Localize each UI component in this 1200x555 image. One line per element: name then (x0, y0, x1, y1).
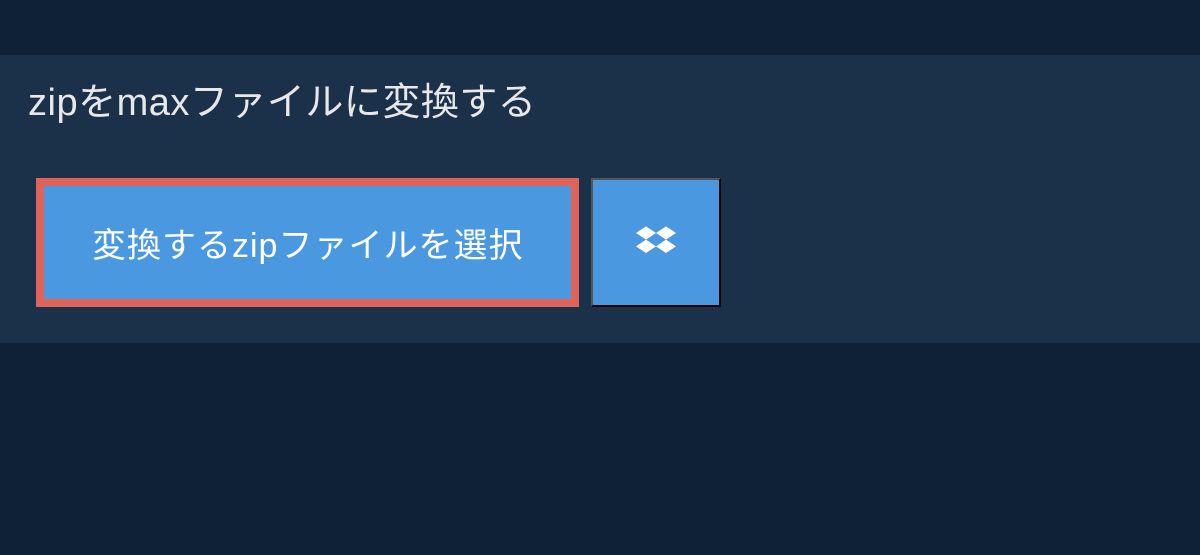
page-title: zipをmaxファイルに変換する (28, 71, 536, 126)
title-bar: zipをmaxファイルに変換する (0, 55, 564, 142)
select-file-label: 変換するzipファイルを選択 (92, 218, 523, 267)
dropbox-button[interactable] (591, 178, 721, 307)
button-row: 変換するzipファイルを選択 (0, 142, 1200, 343)
conversion-panel: zipをmaxファイルに変換する 変換するzipファイルを選択 (0, 55, 1200, 343)
select-file-button[interactable]: 変換するzipファイルを選択 (36, 178, 579, 307)
dropbox-icon (636, 223, 676, 263)
